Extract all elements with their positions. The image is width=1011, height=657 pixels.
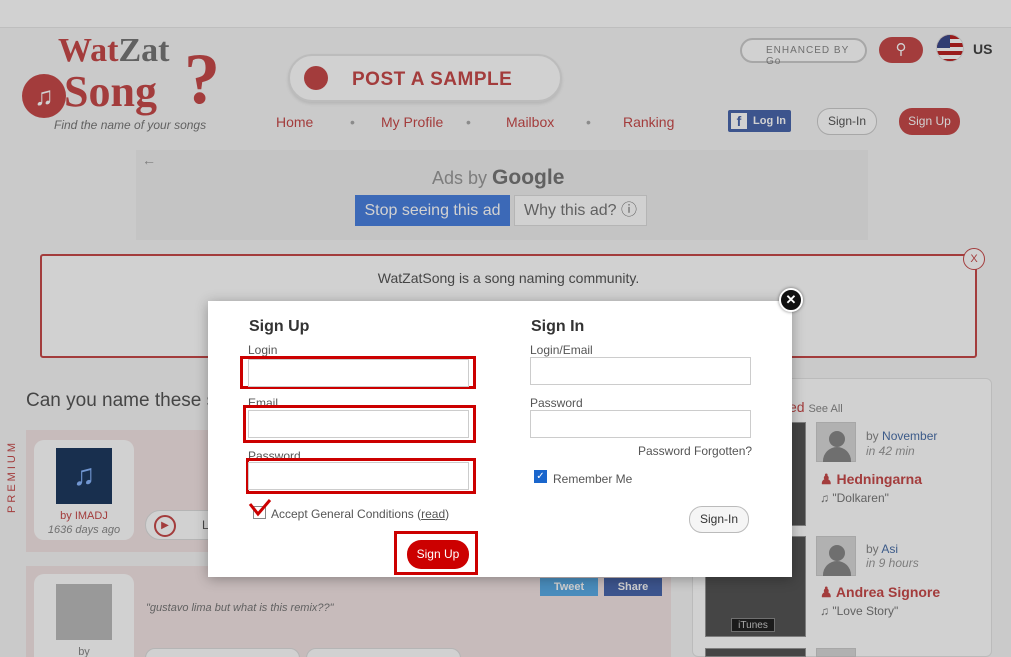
signin-password-label: Password	[530, 396, 583, 410]
remember-me-label: Remember Me	[553, 472, 633, 486]
close-icon[interactable]: ✕	[779, 288, 803, 312]
signup-title: Sign Up	[249, 318, 310, 335]
checkmark-icon	[248, 499, 272, 517]
accept-conditions-label: Accept General Conditions (read)	[271, 507, 450, 521]
password-forgotten-link[interactable]: Password Forgotten?	[638, 444, 752, 458]
login-email-label: Login/Email	[530, 343, 593, 357]
read-conditions-link[interactable]: read	[421, 507, 445, 521]
remember-me-checkbox[interactable]: ✓	[534, 470, 547, 483]
signin-title: Sign In	[531, 318, 585, 335]
login-label: Login	[248, 343, 278, 357]
signin-password-field[interactable]	[530, 410, 751, 438]
signup-password-field[interactable]	[248, 462, 469, 490]
signup-login-input[interactable]	[248, 359, 469, 387]
signin-login-input[interactable]	[530, 357, 751, 385]
signup-button[interactable]: Sign Up	[407, 540, 469, 569]
signin-button[interactable]: Sign-In	[689, 506, 749, 533]
signup-email-field[interactable]	[248, 410, 469, 438]
